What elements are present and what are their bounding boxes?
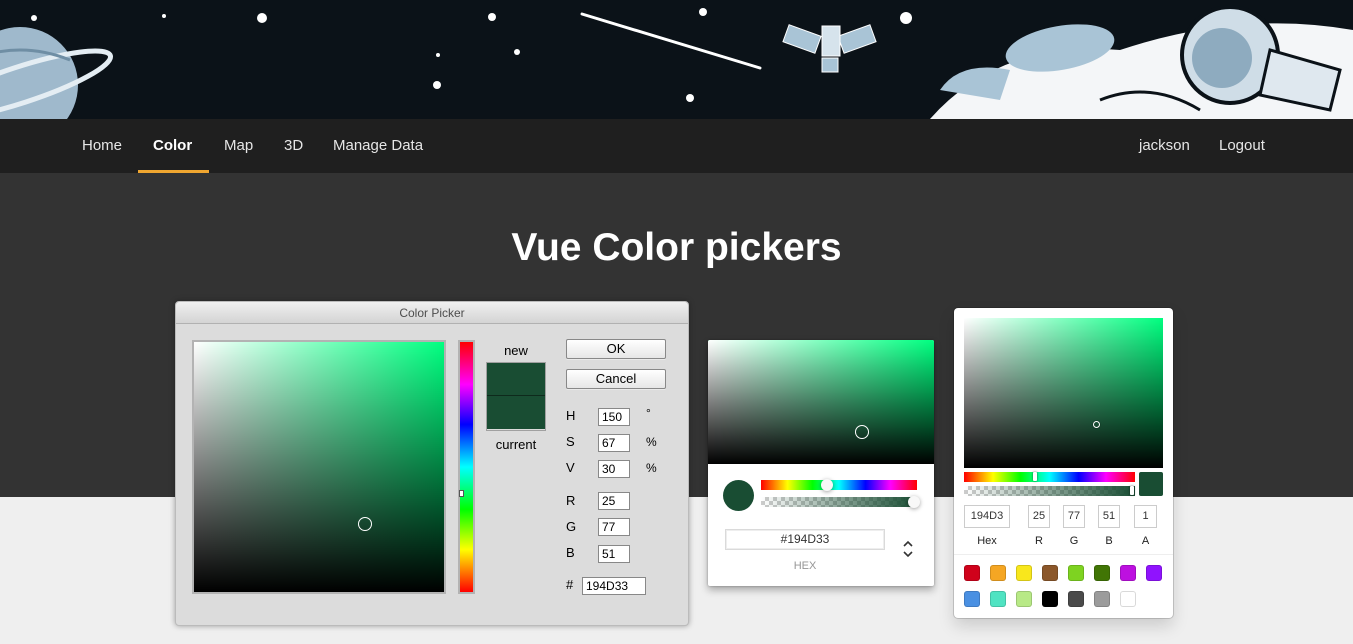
v-input[interactable]: 30: [598, 460, 630, 478]
nav-home[interactable]: Home: [82, 119, 122, 173]
space-illustration: [0, 0, 1353, 119]
saturation-area[interactable]: [708, 340, 934, 464]
saturation-cursor[interactable]: [855, 425, 869, 439]
saturation-area[interactable]: [192, 340, 446, 594]
g-label: G: [1069, 535, 1079, 547]
hue-slider-handle[interactable]: [821, 479, 833, 491]
hash-label: #: [566, 577, 574, 592]
preset-color-swatch[interactable]: [1146, 565, 1162, 581]
hue-slider[interactable]: [761, 479, 917, 491]
r-input[interactable]: 25: [598, 492, 630, 510]
g-label: G: [566, 519, 577, 534]
preset-color-swatch[interactable]: [964, 591, 980, 607]
percent-unit: %: [646, 461, 657, 475]
alpha-slider-handle[interactable]: [908, 496, 920, 508]
photoshop-picker-title: Color Picker: [176, 302, 688, 324]
hex-input[interactable]: 194D33: [582, 577, 646, 595]
saturation-cursor[interactable]: [358, 517, 372, 531]
b-label: B: [566, 545, 575, 560]
r-label: R: [1035, 535, 1043, 547]
preset-color-swatch[interactable]: [990, 565, 1006, 581]
hex-input[interactable]: 194D3: [964, 505, 1010, 528]
hex-label: Hex: [977, 535, 997, 547]
cancel-button[interactable]: Cancel: [566, 369, 666, 389]
a-input[interactable]: 1: [1134, 505, 1157, 528]
b-label: B: [1105, 535, 1113, 547]
preset-color-swatch[interactable]: [1094, 591, 1110, 607]
chrome-color-picker: #194D33 HEX: [708, 340, 934, 586]
preset-color-swatch[interactable]: [1016, 591, 1032, 607]
preset-color-swatch[interactable]: [1042, 565, 1058, 581]
preset-color-swatch[interactable]: [1068, 591, 1084, 607]
preset-color-swatch[interactable]: [964, 565, 980, 581]
color-swatches: [486, 362, 546, 431]
new-color-label: new: [504, 343, 528, 358]
v-label: V: [566, 460, 575, 475]
nav-3d[interactable]: 3D: [284, 119, 303, 173]
sketch-color-picker: 194D3 25 77 51 1 Hex R G B A: [954, 308, 1173, 618]
g-input[interactable]: 77: [1063, 505, 1085, 528]
s-input[interactable]: 67: [598, 434, 630, 452]
r-label: R: [566, 493, 576, 508]
alpha-slider-handle[interactable]: [1130, 486, 1134, 495]
new-color-swatch: [487, 363, 545, 396]
nav-color[interactable]: Color: [153, 119, 192, 173]
nav-logout[interactable]: Logout: [1219, 119, 1265, 173]
alpha-slider[interactable]: [964, 486, 1135, 496]
h-label: H: [566, 408, 576, 423]
g-input[interactable]: 77: [598, 518, 630, 536]
hue-slider-handle[interactable]: [1033, 472, 1037, 481]
h-input[interactable]: 150: [598, 408, 630, 426]
degree-unit: °: [646, 406, 651, 420]
percent-unit: %: [646, 435, 657, 449]
preset-color-swatch[interactable]: [1120, 565, 1136, 581]
top-navbar: Home Color Map 3D Manage Data jackson Lo…: [0, 119, 1353, 173]
a-label: A: [1141, 535, 1150, 547]
nav-user[interactable]: jackson: [1139, 119, 1190, 173]
page-title: Vue Color pickers: [511, 226, 842, 269]
preset-color-swatch[interactable]: [1016, 565, 1032, 581]
hex-label: HEX: [793, 560, 817, 572]
preset-color-swatch[interactable]: [1068, 565, 1084, 581]
header-banner: [0, 0, 1353, 119]
hex-input[interactable]: #194D33: [725, 529, 885, 550]
ok-button[interactable]: OK: [566, 339, 666, 359]
hue-slider[interactable]: [458, 340, 475, 594]
alpha-slider[interactable]: [761, 496, 920, 508]
b-input[interactable]: 51: [1098, 505, 1120, 528]
nav-map[interactable]: Map: [224, 119, 253, 173]
nav-manage-data[interactable]: Manage Data: [333, 119, 423, 173]
saturation-cursor[interactable]: [1093, 421, 1100, 428]
s-label: S: [566, 434, 575, 449]
photoshop-color-picker: Color Picker new current OK Cancel H 150…: [175, 301, 689, 626]
preset-color-swatch[interactable]: [990, 591, 1006, 607]
b-input[interactable]: 51: [598, 545, 630, 563]
active-color-swatch: [1139, 472, 1163, 496]
preset-color-swatch[interactable]: [1120, 591, 1136, 607]
divider: [954, 554, 1173, 555]
color-preview-dot: [723, 480, 754, 511]
current-color-label: current: [495, 437, 537, 452]
hue-slider-handle[interactable]: [459, 490, 464, 497]
saturation-area[interactable]: [964, 318, 1163, 468]
r-input[interactable]: 25: [1028, 505, 1050, 528]
format-toggle-icon[interactable]: [901, 538, 915, 562]
current-color-swatch[interactable]: [487, 396, 545, 429]
hue-slider[interactable]: [964, 472, 1135, 482]
preset-color-swatch[interactable]: [1094, 565, 1110, 581]
preset-color-swatch[interactable]: [1042, 591, 1058, 607]
